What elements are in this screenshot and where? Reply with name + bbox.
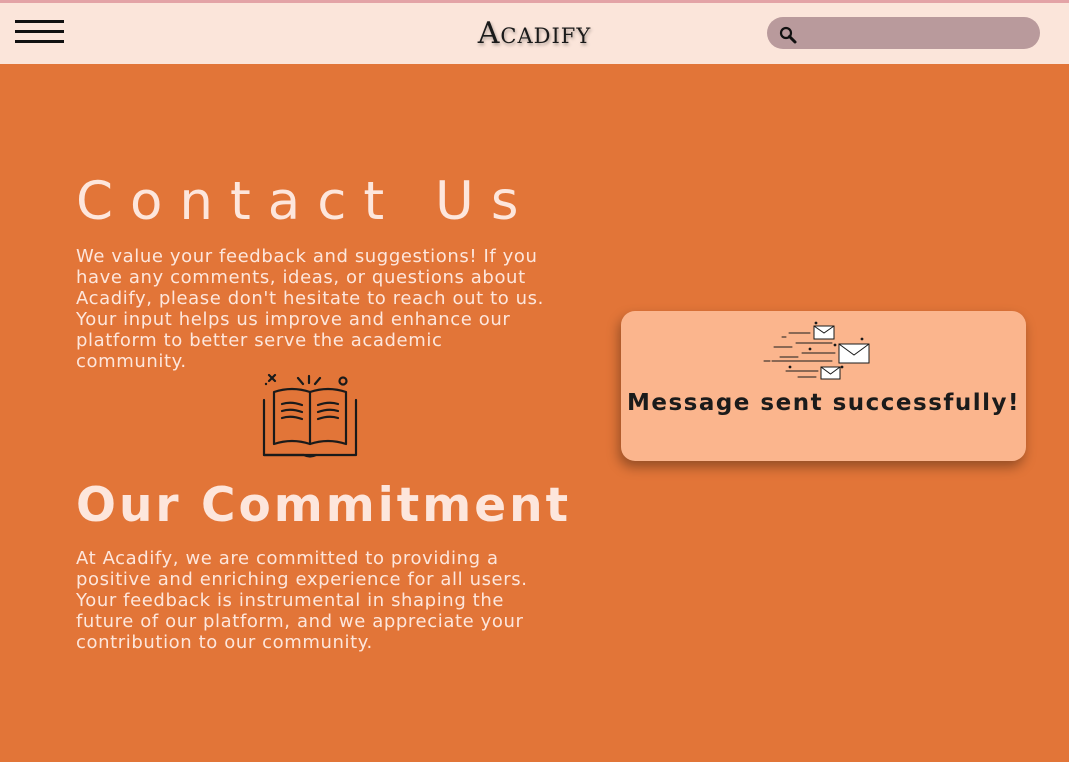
- search-icon[interactable]: [778, 25, 798, 45]
- commitment-description: At Acadify, we are committed to providin…: [76, 548, 528, 653]
- menu-bar: [15, 40, 64, 43]
- menu-bar: [15, 30, 64, 33]
- our-commitment-heading: Our Commitment: [76, 478, 572, 533]
- menu-bar: [15, 20, 64, 23]
- success-toast: Message sent successfully!: [621, 311, 1026, 461]
- contact-description: We value your feedback and suggestions! …: [76, 246, 544, 372]
- contact-us-heading: Contact Us: [76, 171, 536, 232]
- toast-message: Message sent successfully!: [626, 390, 1021, 416]
- flying-envelopes-icon: [763, 321, 870, 380]
- header-bar: Acadify: [0, 3, 1069, 64]
- open-book-icon: [262, 373, 358, 458]
- search-input[interactable]: [806, 21, 1031, 45]
- hamburger-menu-icon[interactable]: [15, 18, 64, 46]
